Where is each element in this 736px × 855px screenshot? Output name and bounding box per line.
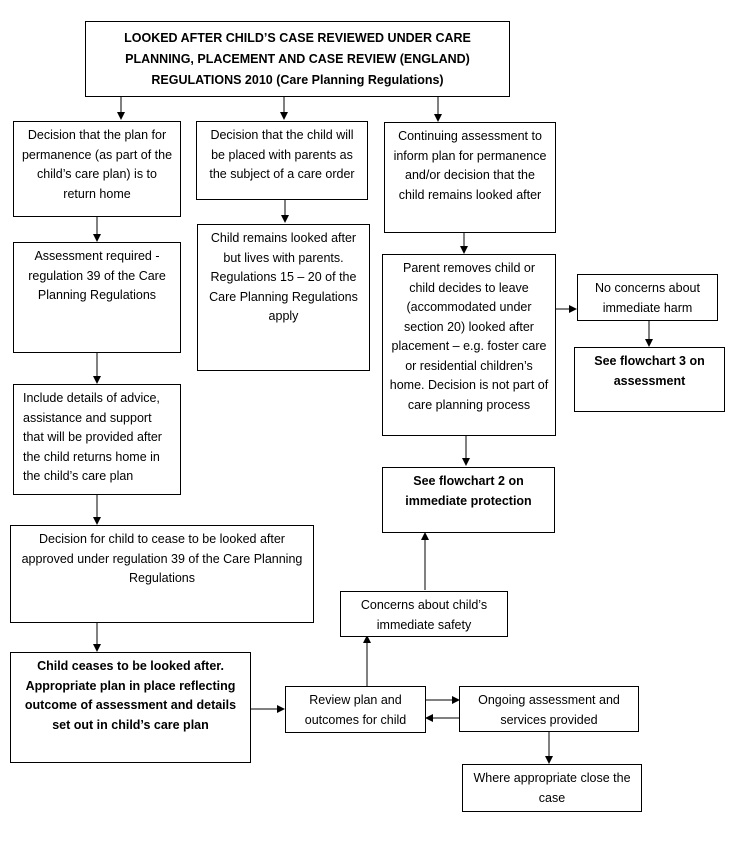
title-text: LOOKED AFTER CHILD’S CASE REVIEWED UNDER…	[124, 31, 471, 87]
parent-removes-box: Parent removes child or child decides to…	[382, 254, 556, 436]
parent-removes-text: Parent removes child or child decides to…	[389, 261, 549, 412]
include-details-text: Include details of advice, assistance an…	[23, 391, 162, 483]
concerns-safety-box: Concerns about child’s immediate safety	[340, 591, 508, 637]
ongoing-assessment-text: Ongoing assessment and services provided	[478, 693, 620, 727]
decision-cease-text: Decision for child to cease to be looked…	[21, 532, 303, 585]
no-concerns-text: No concerns about immediate harm	[595, 281, 700, 315]
remains-looked-after-box: Child remains looked after but lives wit…	[197, 224, 370, 371]
assessment-required-box: Assessment required - regulation 39 of t…	[13, 242, 181, 353]
decision-return-home-text: Decision that the plan for permanence (a…	[21, 128, 173, 201]
child-ceases-box: Child ceases to be looked after. Appropr…	[10, 652, 251, 763]
decision-placed-parents-box: Decision that the child will be placed w…	[196, 121, 368, 200]
assessment-required-text: Assessment required - regulation 39 of t…	[28, 249, 166, 302]
close-case-text: Where appropriate close the case	[473, 771, 631, 805]
concerns-safety-text: Concerns about child’s immediate safety	[360, 598, 488, 632]
review-plan-box: Review plan and outcomes for child	[285, 686, 426, 733]
no-concerns-box: No concerns about immediate harm	[577, 274, 718, 321]
review-plan-text: Review plan and outcomes for child	[304, 693, 407, 727]
see-flowchart-3-box: See flowchart 3 on assessment	[574, 347, 725, 412]
continuing-assessment-box: Continuing assessment to inform plan for…	[384, 122, 556, 233]
ongoing-assessment-box: Ongoing assessment and services provided	[459, 686, 639, 732]
child-ceases-text: Child ceases to be looked after. Appropr…	[24, 659, 237, 732]
decision-cease-box: Decision for child to cease to be looked…	[10, 525, 314, 623]
close-case-box: Where appropriate close the case	[462, 764, 642, 812]
include-details-box: Include details of advice, assistance an…	[13, 384, 181, 495]
title-box: LOOKED AFTER CHILD’S CASE REVIEWED UNDER…	[85, 21, 510, 97]
see-flowchart-2-box: See flowchart 2 on immediate protection	[382, 467, 555, 533]
decision-placed-parents-text: Decision that the child will be placed w…	[209, 128, 355, 181]
continuing-assessment-text: Continuing assessment to inform plan for…	[393, 129, 547, 202]
see-flowchart-3-text: See flowchart 3 on assessment	[594, 354, 705, 388]
decision-return-home-box: Decision that the plan for permanence (a…	[13, 121, 181, 217]
remains-looked-after-text: Child remains looked after but lives wit…	[209, 231, 358, 323]
see-flowchart-2-text: See flowchart 2 on immediate protection	[405, 474, 532, 508]
